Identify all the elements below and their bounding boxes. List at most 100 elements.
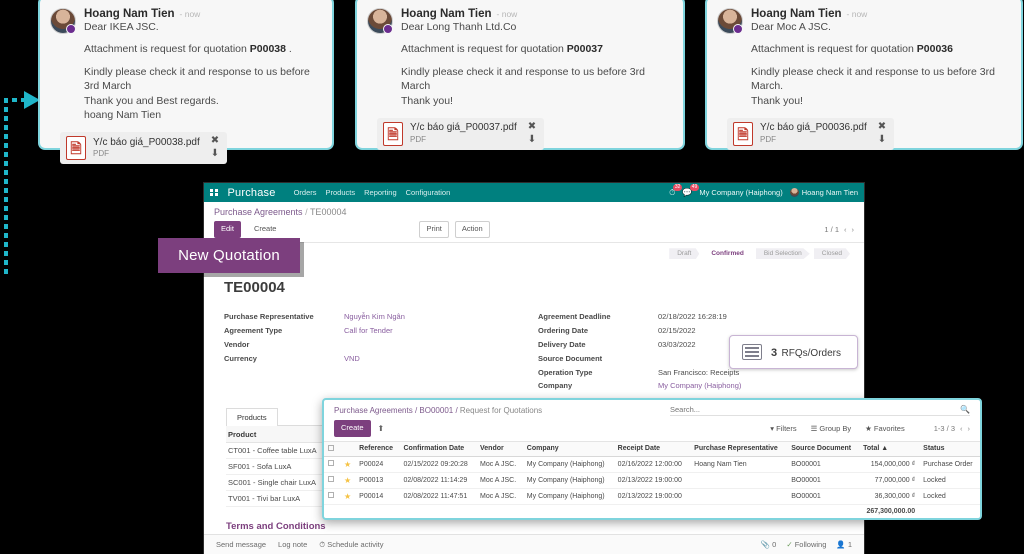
star-icon[interactable]: ★ [344,492,351,501]
create-button[interactable]: Create [246,221,284,238]
checkbox-icon[interactable] [328,460,334,466]
user-name: Hoang Nam Tien [801,188,858,197]
status-step-draft[interactable]: Draft [669,248,700,260]
rfqs-orders-smart-button[interactable]: 3 RFQs/Orders [728,335,858,369]
attachment-chip[interactable]: 🗎 Y/c báo giá_P00038.pdf PDF ✖ ⬇ [60,131,228,164]
pager-previous-button[interactable]: ‹ [844,225,847,234]
attachment-chip[interactable]: 🗎 Y/c báo giá_P00036.pdf PDF ✖ ⬇ [727,117,895,150]
print-button[interactable]: Print [419,221,449,238]
menu-item-products[interactable]: Products [326,188,356,197]
field-value[interactable]: San Francisco: Receipts [658,366,739,380]
message-header: Hoang Nam Tien - now Dear Moc A JSC. Att… [717,8,1009,108]
pager-next-button[interactable]: › [852,225,855,234]
status-step-confirmed[interactable]: Confirmed [703,248,752,260]
edit-button[interactable]: Edit [214,221,241,238]
attachment-chip[interactable]: 🗎 Y/c báo giá_P00037.pdf PDF ✖ ⬇ [377,117,545,150]
close-icon[interactable]: ✖ [211,136,219,146]
download-icon[interactable]: ⬇ [528,135,536,145]
log-note-button[interactable]: Log note [278,540,307,549]
status-step-bid-selection[interactable]: Bid Selection [755,248,810,260]
dialog-create-button[interactable]: Create [334,420,371,437]
row-checkbox[interactable] [324,472,340,489]
tab-products[interactable]: Products [226,408,278,427]
close-icon[interactable]: ✖ [528,122,536,132]
checkbox-icon[interactable] [328,444,334,451]
field-label: Vendor [224,339,250,349]
favorites-dropdown[interactable]: ★ Favorites [865,424,905,433]
column-total[interactable]: Total ▲ [859,440,920,457]
cell-receipt-date: 02/16/2022 12:00:00 [613,456,691,473]
status-step-closed[interactable]: Closed [813,248,850,260]
row-checkbox[interactable] [324,488,340,505]
following-button[interactable]: ✓ Following [786,540,826,549]
company-selector[interactable]: My Company (Haiphong) [699,188,782,197]
close-icon[interactable]: ✖ [878,122,886,132]
field-agreement-type: Agreement Type Call for Tender [224,324,538,338]
upload-icon[interactable]: ⬆ [378,424,385,433]
dialog-pager-previous-button[interactable]: ‹ [960,424,963,433]
search-input[interactable] [670,405,961,414]
column-company[interactable]: Company [522,440,614,457]
dialog-breadcrumb-root[interactable]: Purchase Agreements [334,406,413,415]
chatter-bar: Send message Log note ⏱ Schedule activit… [204,534,864,554]
menu-item-configuration[interactable]: Configuration [406,188,451,197]
attachment-type: PDF [93,149,109,159]
row-star[interactable]: ★ [340,488,356,505]
filters-dropdown[interactable]: ▾ Filters [770,424,796,433]
field-label: Agreement Type [224,325,283,335]
field-label: Company [538,381,573,391]
terms-and-conditions-title: Terms and Conditions [226,521,326,533]
field-value[interactable]: Call for Tender [344,324,393,338]
download-icon[interactable]: ⬇ [878,135,886,145]
menu-item-reporting[interactable]: Reporting [364,188,397,197]
breadcrumb-root[interactable]: Purchase Agreements [214,207,303,217]
row-checkbox[interactable] [324,456,340,473]
pdf-icon: 🗎 [733,121,753,146]
field-value[interactable]: 03/03/2022 [658,338,696,352]
app-name[interactable]: Purchase [228,187,276,199]
column-reference[interactable]: Reference [355,440,400,457]
column-receipt-date[interactable]: Receipt Date [613,440,691,457]
request-for-quotations-dialog: Purchase Agreements / BO00001 / Request … [322,398,982,520]
checkbox-icon[interactable] [328,492,334,498]
download-icon[interactable]: ⬇ [211,149,219,159]
checkbox-icon[interactable] [328,476,334,482]
cell-purchase-representative [690,472,788,489]
column-source-document[interactable]: Source Document [787,440,860,457]
follower-count[interactable]: 👤 1 [836,540,852,549]
table-row[interactable]: ★ P00014 02/08/2022 11:47:51 Moc A JSC. … [324,488,980,505]
star-icon[interactable]: ★ [344,460,351,469]
row-star[interactable]: ★ [340,472,356,489]
dialog-breadcrumb-mid[interactable]: BO00001 [419,406,453,415]
column-confirmation-date[interactable]: Confirmation Date [399,440,476,457]
search-icon[interactable]: 🔍 [960,405,970,414]
dialog-pager-next-button[interactable]: › [968,424,971,433]
record-pager: 1 / 1 ‹ › [824,225,854,234]
column-purchase-representative[interactable]: Purchase Representative [690,440,788,457]
field-value[interactable]: 02/18/2022 16:28:19 [658,310,727,324]
field-value[interactable]: 02/15/2022 [658,324,696,338]
field-vendor: Vendor [224,338,538,352]
activity-clock-icon[interactable]: ⏱ 32 [669,183,683,198]
schedule-activity-button[interactable]: ⏱ Schedule activity [319,540,383,550]
search-box[interactable]: 🔍 [670,405,970,416]
table-row[interactable]: ★ P00024 02/15/2022 09:20:28 Moc A JSC. … [324,456,980,473]
column-vendor[interactable]: Vendor [476,440,523,457]
attachment-count[interactable]: 📎 0 [761,540,777,549]
column-status[interactable]: Status [919,440,980,457]
group-by-dropdown[interactable]: ☰ Group By [811,424,852,433]
row-star[interactable]: ★ [340,456,356,473]
send-message-button[interactable]: Send message [216,540,266,549]
select-all-header[interactable] [324,440,340,457]
menu-item-orders[interactable]: Orders [294,188,317,197]
star-icon[interactable]: ★ [344,476,351,485]
field-label: Agreement Deadline [538,312,611,321]
field-value[interactable]: VND [344,352,360,366]
messages-icon[interactable]: 💬 49 [682,184,700,197]
field-value[interactable]: My Company (Haiphong) [658,379,741,393]
user-menu[interactable]: Hoang Nam Tien [789,188,858,197]
table-row[interactable]: ★ P00013 02/08/2022 11:14:29 Moc A JSC. … [324,472,980,489]
field-value[interactable]: Nguyễn Kim Ngân [344,310,405,324]
apps-grid-icon[interactable] [210,188,218,197]
action-button[interactable]: Action [454,221,490,238]
